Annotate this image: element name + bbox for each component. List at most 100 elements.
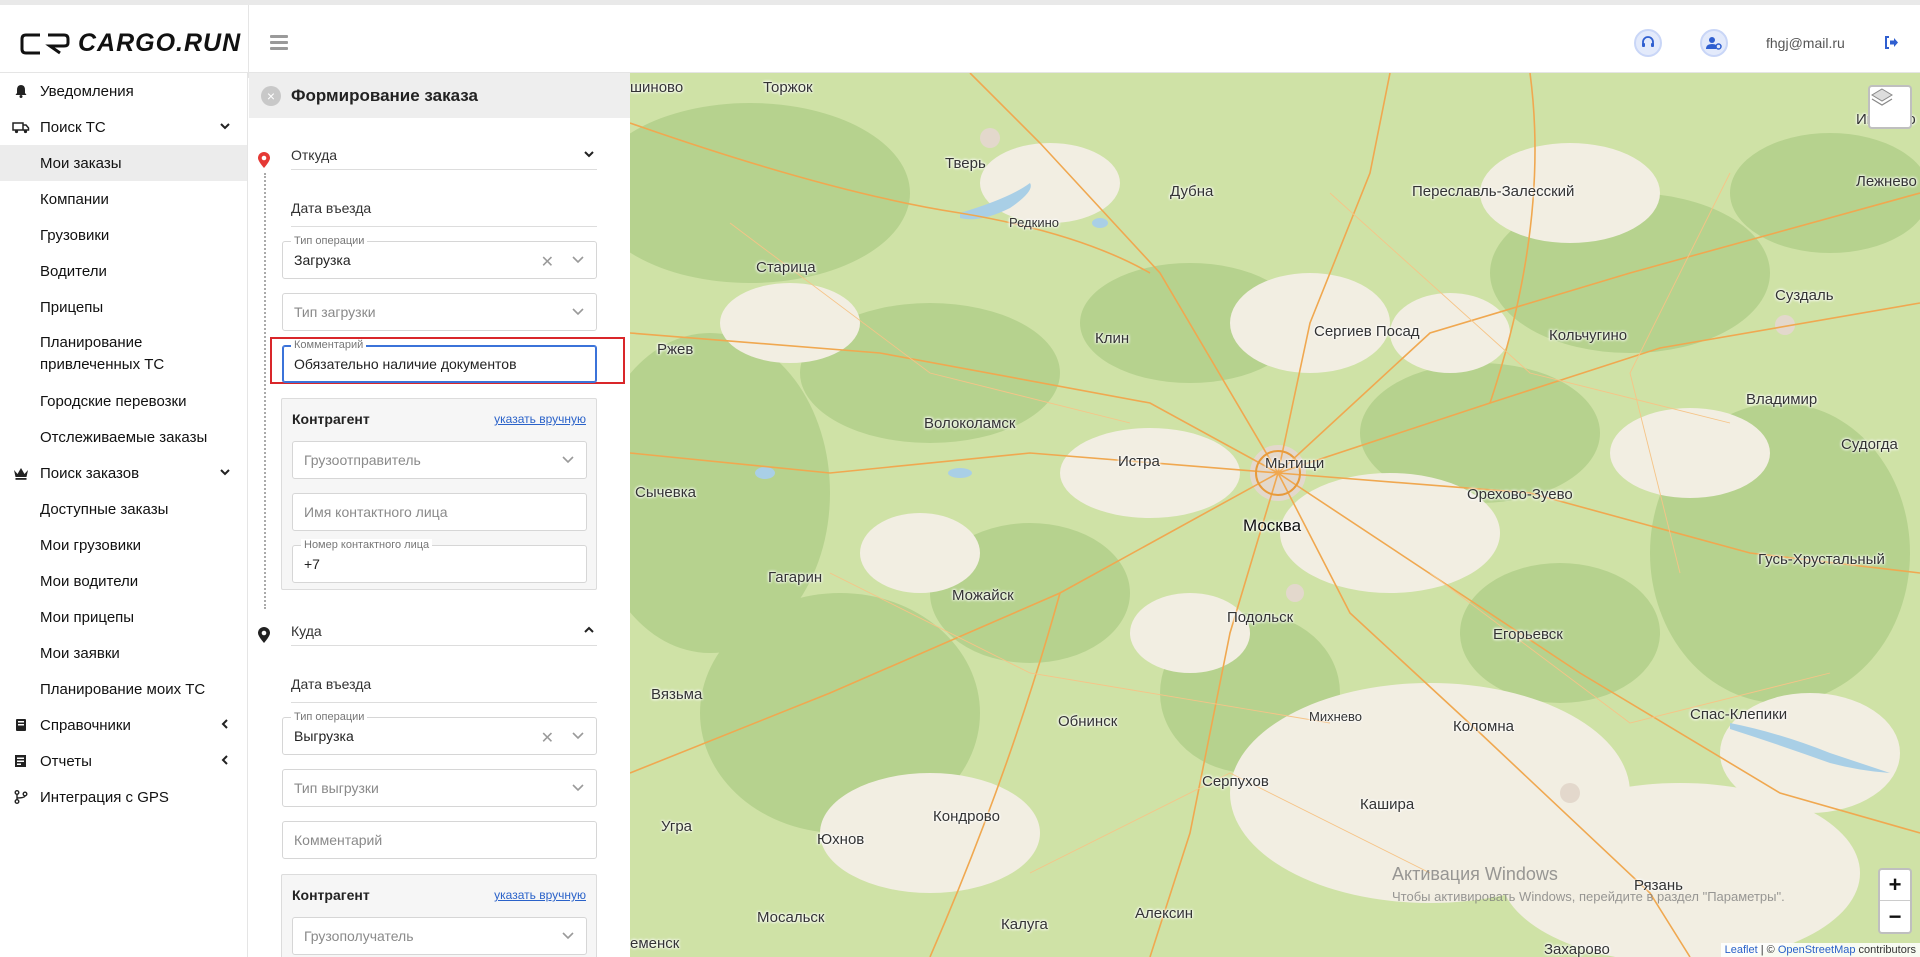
from-operation-select[interactable]: Тип операции Загрузка ✕	[282, 235, 597, 279]
section-from-header[interactable]: Откуда	[291, 140, 597, 170]
city-label: Орехово-Зуево	[1467, 486, 1573, 503]
sidebar-item-planning-my[interactable]: Планирование моих ТС	[0, 671, 247, 707]
section-to-header[interactable]: Куда	[291, 616, 597, 646]
leaflet-link[interactable]: Leaflet	[1725, 944, 1758, 956]
city-label: Кольчугино	[1549, 327, 1628, 344]
chevron-down-icon[interactable]	[562, 932, 574, 940]
user-settings-icon[interactable]	[1700, 29, 1728, 57]
city-label: Кондрово	[933, 808, 1000, 825]
city-label: Вязьма	[651, 686, 703, 703]
headset-icon[interactable]	[1634, 29, 1662, 57]
sidebar-item-references[interactable]: Справочники	[0, 707, 247, 743]
city-label: Калуга	[1001, 916, 1048, 933]
chevron-down-icon[interactable]	[562, 456, 574, 464]
city-label: Клин	[1095, 330, 1130, 347]
panel-header: × Формирование заказа	[249, 73, 630, 118]
logo[interactable]: CARGO.RUN	[20, 29, 241, 58]
city-label: Гагарин	[768, 569, 823, 586]
city-label: еменск	[630, 935, 680, 952]
layers-icon[interactable]	[1868, 85, 1912, 129]
sidebar-item-city-transport[interactable]: Городские перевозки	[0, 383, 247, 419]
field-placeholder: Имя контактного лица	[304, 504, 448, 520]
city-label: Москва	[1243, 516, 1302, 535]
chevron-down-icon	[584, 151, 594, 158]
city-label: Владимир	[1746, 391, 1818, 408]
sidebar-item-available-orders[interactable]: Доступные заказы	[0, 491, 247, 527]
to-comment-input[interactable]: Комментарий	[282, 821, 597, 859]
chevron-down-icon[interactable]	[572, 784, 584, 792]
chevron-left-icon	[221, 719, 228, 729]
city-label: Старица	[756, 259, 816, 276]
sidebar-item-drivers[interactable]: Водители	[0, 253, 247, 289]
route-dotted-line	[264, 173, 266, 609]
zoom-in-button[interactable]: +	[1880, 870, 1910, 901]
chevron-up-icon	[584, 626, 594, 633]
shipper-select[interactable]: Грузоотправитель	[292, 441, 587, 479]
sidebar-item-label: Справочники	[40, 716, 131, 734]
city-label: Сергиев Посад	[1314, 323, 1420, 340]
city-label: Сычевка	[635, 484, 696, 501]
sidebar-item-companies[interactable]: Компании	[0, 181, 247, 217]
counterparty-to-box: Контрагент указать вручную Грузополучате…	[281, 874, 597, 957]
sidebar-item-tracked-orders[interactable]: Отслеживаемые заказы	[0, 419, 247, 455]
map[interactable]: шиново Торжок Тверь Дубна Переславль-Зал…	[630, 73, 1920, 957]
order-panel: × Формирование заказа Откуда Дата въезда…	[249, 73, 630, 957]
field-placeholder: Грузополучатель	[304, 928, 414, 944]
city-label: Торжок	[763, 79, 813, 96]
sidebar-item-trailers[interactable]: Прицепы	[0, 289, 247, 325]
load-type-select[interactable]: Тип загрузки	[282, 293, 597, 331]
clear-icon[interactable]: ✕	[541, 728, 554, 748]
unload-type-select[interactable]: Тип выгрузки	[282, 769, 597, 807]
user-email[interactable]: fhgj@mail.ru	[1766, 35, 1845, 51]
sidebar-item-my-orders[interactable]: Мои заказы	[0, 145, 247, 181]
sidebar-item-search-orders[interactable]: Поиск заказов	[0, 455, 247, 491]
logo-mark-icon	[20, 33, 70, 54]
sidebar-item-search-vehicles[interactable]: Поиск ТС	[0, 109, 247, 145]
from-date-field[interactable]: Дата въезда	[291, 191, 597, 227]
chevron-down-icon[interactable]	[572, 308, 584, 316]
osm-link[interactable]: OpenStreetMap	[1778, 944, 1856, 956]
sidebar-item-my-requests[interactable]: Мои заявки	[0, 635, 247, 671]
sidebar-item-planning-hired[interactable]: Планирование привлеченных ТС	[0, 325, 247, 383]
from-comment-input[interactable]: Комментарий Обязательно наличие документ…	[282, 339, 597, 383]
field-value: Выгрузка	[294, 728, 354, 744]
sidebar-item-my-trailers[interactable]: Мои прицепы	[0, 599, 247, 635]
city-label: Суздаль	[1775, 287, 1834, 304]
sidebar-item-gps[interactable]: Интеграция с GPS	[0, 779, 247, 815]
logo-text: CARGO.RUN	[78, 29, 242, 57]
manual-entry-link[interactable]: указать вручную	[494, 412, 586, 426]
sidebar-item-notifications[interactable]: Уведомления	[0, 73, 247, 109]
contact-name-input[interactable]: Имя контактного лица	[292, 493, 587, 531]
chevron-down-icon[interactable]	[572, 256, 584, 264]
chevron-down-icon[interactable]	[572, 732, 584, 740]
city-label: Мосальск	[757, 909, 825, 926]
contact-phone-input[interactable]: Номер контактного лица +7	[292, 539, 587, 583]
sidebar-item-my-trucks[interactable]: Мои грузовики	[0, 527, 247, 563]
branch-icon	[14, 790, 28, 804]
consignee-select[interactable]: Грузополучатель	[292, 917, 587, 955]
manual-entry-link[interactable]: указать вручную	[494, 888, 586, 902]
counterparty-title: Контрагент	[292, 887, 370, 903]
top-header: CARGO.RUN fhgj@mail.ru	[0, 0, 1920, 78]
clear-icon[interactable]: ✕	[541, 252, 554, 272]
close-icon[interactable]: ×	[261, 85, 281, 106]
panel-title: Формирование заказа	[291, 85, 478, 105]
chevron-down-icon	[220, 469, 230, 476]
sidebar-item-reports[interactable]: Отчеты	[0, 743, 247, 779]
watermark-title: Активация Windows	[1392, 864, 1558, 884]
sidebar-item-trucks[interactable]: Грузовики	[0, 217, 247, 253]
to-operation-select[interactable]: Тип операции Выгрузка ✕	[282, 711, 597, 755]
city-label: Ржев	[657, 341, 694, 358]
field-label: Номер контактного лица	[301, 539, 433, 551]
section-to-label: Куда	[291, 622, 322, 639]
to-date-field[interactable]: Дата въезда	[291, 667, 597, 703]
field-label: Тип операции	[291, 235, 368, 247]
counterparty-from-box: Контрагент указать вручную Грузоотправит…	[281, 398, 597, 590]
zoom-out-button[interactable]: −	[1880, 901, 1910, 932]
city-label: Мытищи	[1265, 455, 1325, 472]
city-label: Лежнево	[1856, 173, 1917, 190]
logout-icon[interactable]	[1884, 36, 1899, 54]
sidebar-item-my-drivers[interactable]: Мои водители	[0, 563, 247, 599]
city-label: Кашира	[1360, 796, 1415, 813]
hamburger-icon[interactable]	[270, 35, 288, 51]
